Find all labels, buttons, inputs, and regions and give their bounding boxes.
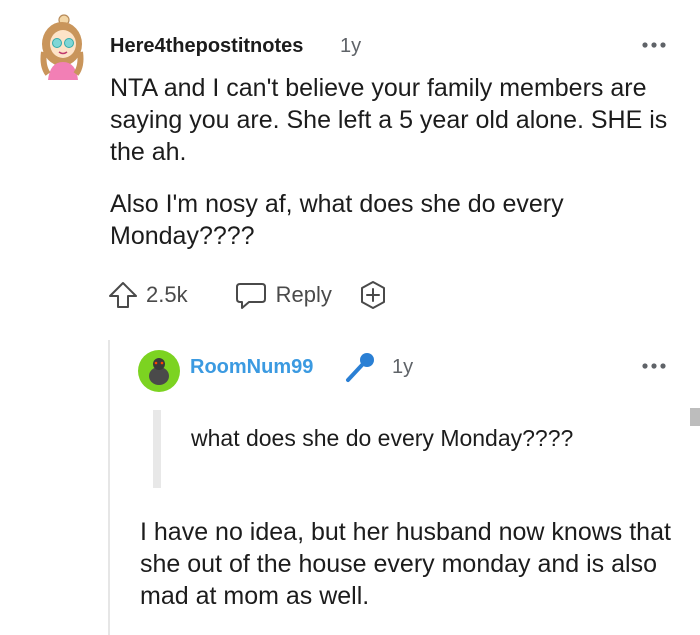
reply-quote: what does she do every Monday???? — [191, 425, 574, 451]
thread-line[interactable] — [108, 340, 110, 635]
upvote-count: 2.5k — [146, 282, 188, 307]
scrollbar-handle[interactable] — [690, 408, 700, 426]
comment-paragraph: NTA and I can't believe your family memb… — [110, 74, 668, 166]
comment-body: NTA and I can't believe your family memb… — [110, 72, 680, 272]
comment-age: 1y — [340, 35, 362, 57]
avatar[interactable] — [36, 14, 88, 80]
quote-bar — [153, 410, 161, 488]
more-horizontal-icon[interactable] — [640, 357, 668, 375]
upvote-button[interactable]: 2.5k — [106, 280, 188, 310]
award-plus-icon[interactable] — [358, 280, 388, 310]
reply-username[interactable]: RoomNum99 — [190, 356, 313, 379]
microphone-icon — [343, 350, 377, 384]
reply-age: 1y — [392, 356, 414, 378]
comment-paragraph: Also I'm nosy af, what does she do every… — [110, 190, 564, 250]
award-button[interactable] — [358, 280, 388, 310]
avatar[interactable] — [138, 350, 180, 392]
upvote-arrow-icon[interactable] — [106, 280, 140, 310]
more-horizontal-icon[interactable] — [640, 36, 668, 54]
reply-body: I have no idea, but her husband now know… — [140, 518, 671, 610]
reply-label: Reply — [275, 282, 332, 307]
comment-username[interactable]: Here4thepostitnotes — [110, 35, 303, 58]
reply-button[interactable]: Reply — [234, 280, 332, 310]
comment-actions: 2.5k Reply — [106, 280, 388, 310]
speech-bubble-icon — [234, 280, 268, 310]
